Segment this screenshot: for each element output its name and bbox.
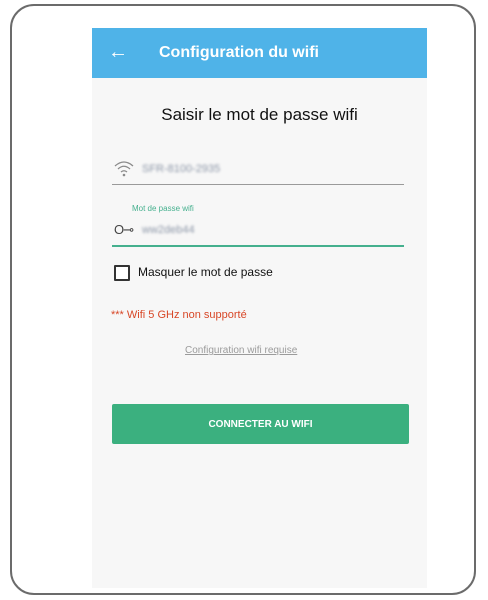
- password-field[interactable]: O⊸ ww2deb44: [112, 217, 404, 247]
- warning-text: *** Wifi 5 GHz non supporté: [111, 309, 247, 321]
- wifi-icon: [114, 159, 136, 179]
- arrow-left-icon[interactable]: ←: [106, 40, 130, 64]
- page-heading: Saisir le mot de passe wifi: [161, 105, 358, 124]
- phone-screen: ← Configuration du wifi Saisir le mot de…: [92, 28, 427, 588]
- hide-password-label: Masquer le mot de passe: [138, 265, 273, 279]
- connect-wifi-button[interactable]: CONNECTER AU WIFI: [112, 404, 409, 444]
- device-frame: ← Configuration du wifi Saisir le mot de…: [10, 4, 476, 595]
- key-icon: O⊸: [114, 222, 134, 237]
- ssid-field[interactable]: SFR-8100-2935: [112, 156, 404, 185]
- config-required-link[interactable]: Configuration wifi requise: [185, 344, 297, 358]
- hide-password-checkbox[interactable]: [114, 265, 130, 281]
- hide-password-option[interactable]: Masquer le mot de passe: [112, 264, 372, 282]
- ssid-value: SFR-8100-2935: [142, 163, 221, 175]
- password-field-label: Mot de passe wifi: [132, 204, 194, 213]
- password-value: ww2deb44: [142, 224, 195, 236]
- app-bar-title: Configuration du wifi: [159, 44, 319, 61]
- app-bar: ← Configuration du wifi: [92, 28, 427, 78]
